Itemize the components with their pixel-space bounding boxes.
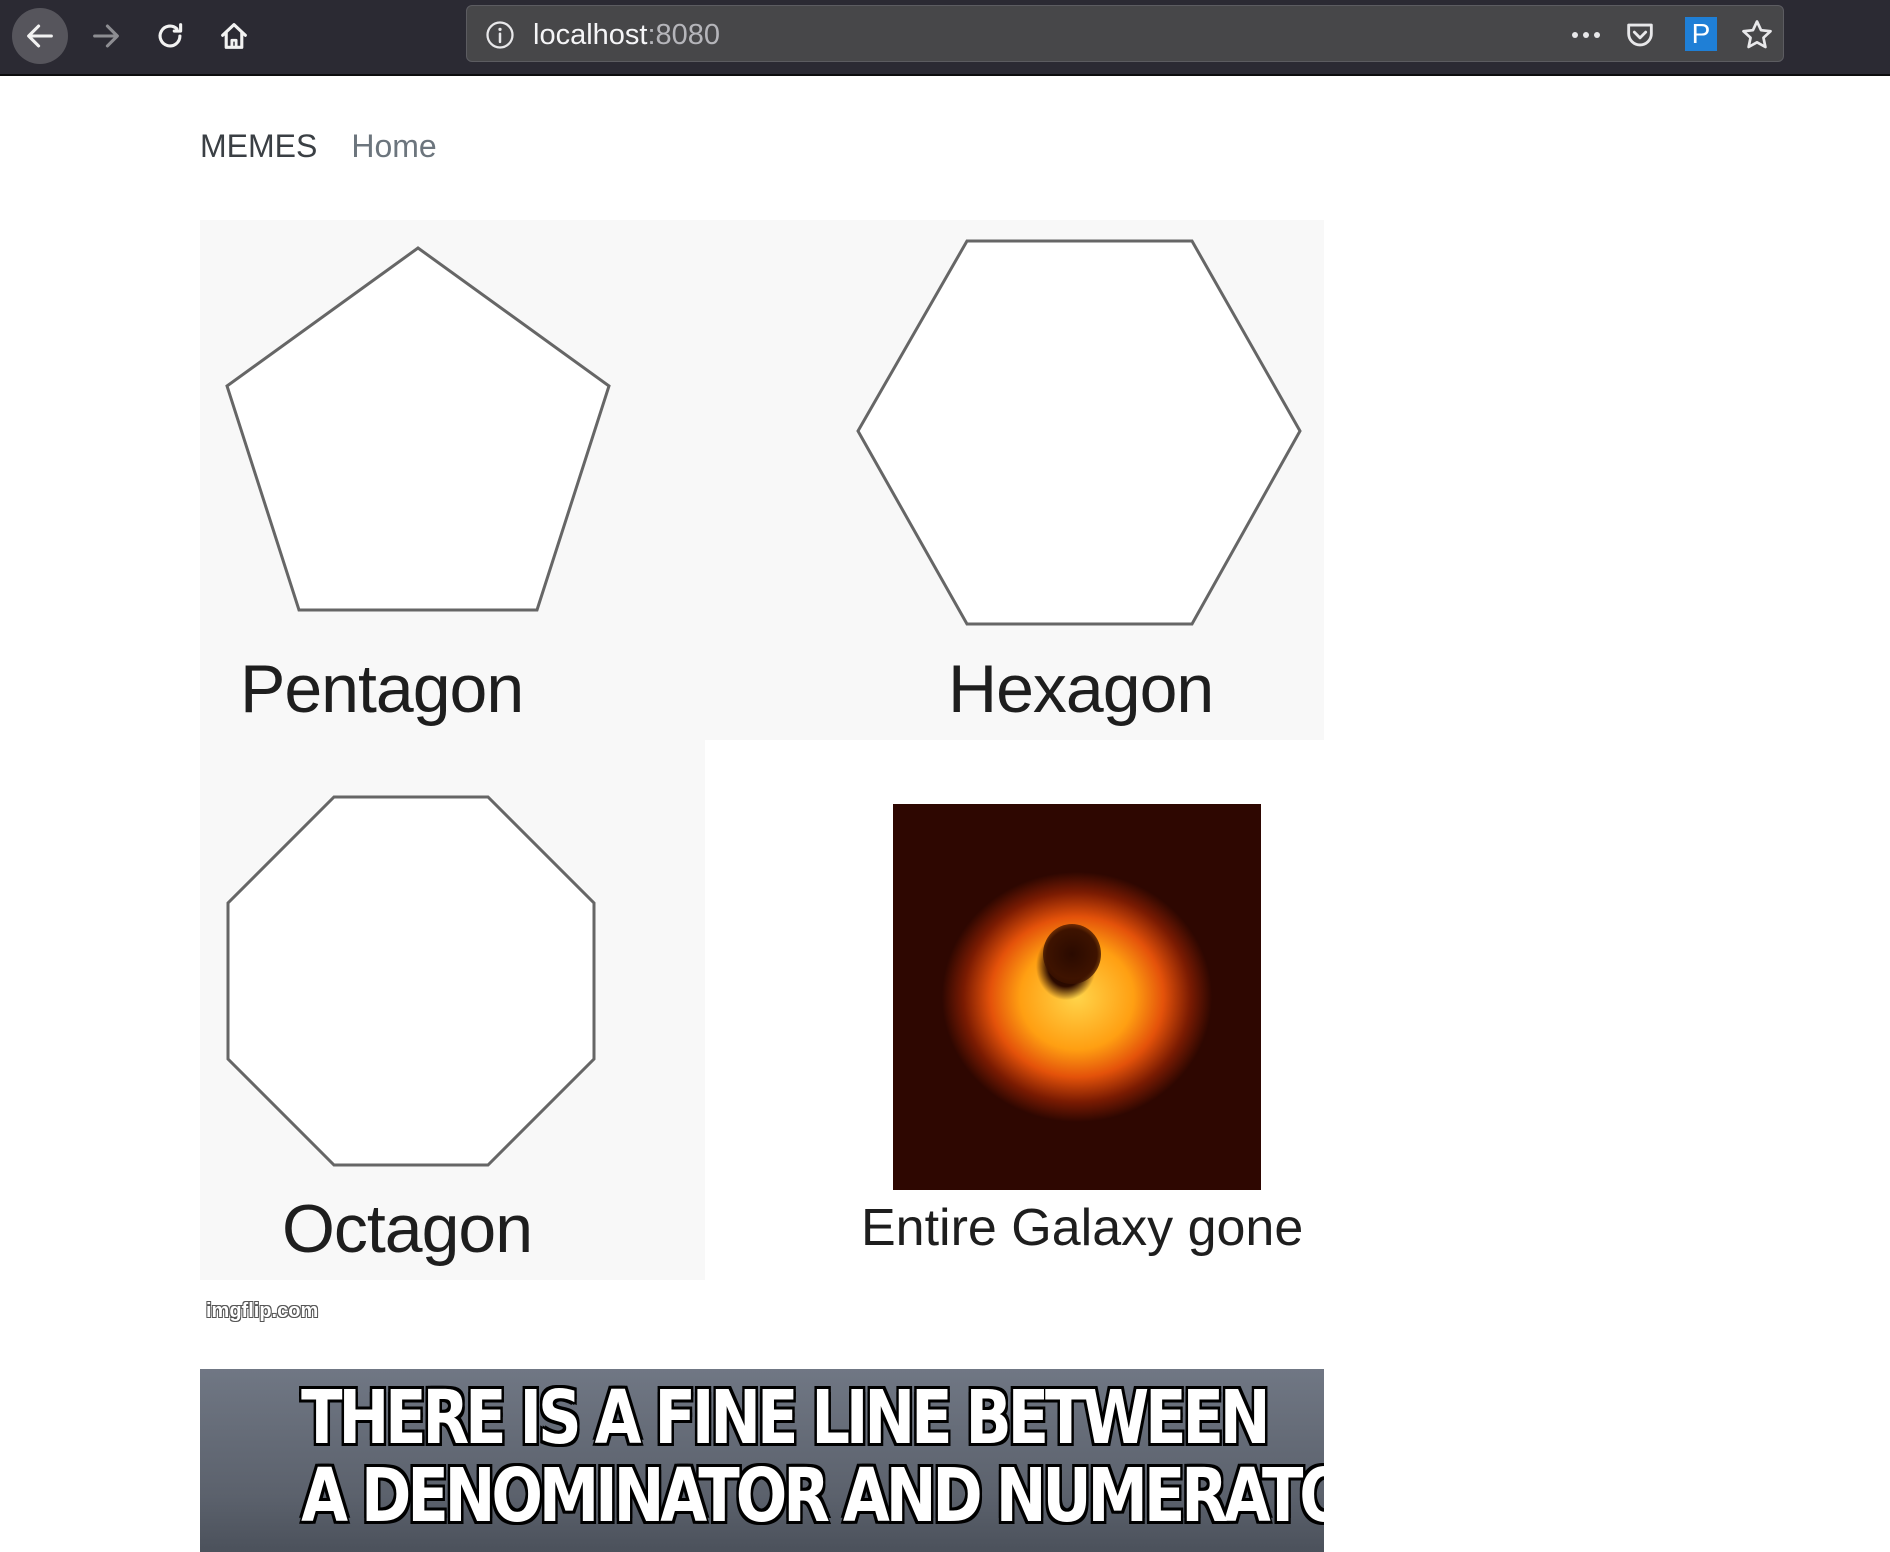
extension-button[interactable]: P [1685, 17, 1717, 51]
navbar-brand[interactable]: MEMES [200, 128, 317, 165]
nav-link-home[interactable]: Home [351, 128, 436, 165]
watermark: imgflip.com [206, 1300, 319, 1322]
url-port: :8080 [647, 19, 721, 51]
meme-image-fine-line: THERE IS A FINE LINE BETWEEN A DENOMINAT… [200, 1369, 1324, 1552]
arrow-left-icon [27, 24, 53, 48]
label-octagon: Octagon [282, 1191, 533, 1267]
octagon-shape [226, 795, 596, 1167]
back-button[interactable] [12, 8, 68, 64]
label-galaxy: Entire Galaxy gone [861, 1199, 1304, 1257]
reload-icon [158, 23, 183, 48]
url-host: localhost [533, 19, 648, 51]
pocket-icon[interactable] [1623, 18, 1657, 52]
label-pentagon: Pentagon [240, 651, 524, 727]
more-dots-icon[interactable] [1567, 20, 1607, 50]
browser-toolbar: localhost:8080 P [0, 0, 1890, 76]
arrow-right-icon [93, 24, 119, 48]
url-bar[interactable]: localhost:8080 P [466, 5, 1784, 62]
black-hole-image [893, 804, 1261, 1190]
site-navbar: MEMES Home [200, 124, 437, 168]
hexagon-shape [856, 239, 1302, 626]
black-hole-core [1043, 924, 1101, 984]
pentagon-shape [225, 246, 611, 612]
info-icon[interactable] [485, 20, 515, 50]
meme-image-shapes: Pentagon Hexagon Octagon Entire Galaxy g… [200, 220, 1324, 1332]
forward-button[interactable] [78, 8, 134, 64]
home-icon [221, 23, 247, 49]
meme-caption-line-1: THERE IS A FINE LINE BETWEEN [301, 1375, 1270, 1461]
label-hexagon: Hexagon [948, 651, 1214, 727]
meme-caption-line-2: A DENOMINATOR AND NUMERATOR [301, 1453, 1324, 1539]
home-button[interactable] [206, 8, 262, 64]
url-text[interactable]: localhost:8080 [533, 20, 720, 50]
star-icon[interactable] [1739, 17, 1775, 53]
reload-button[interactable] [142, 8, 198, 64]
